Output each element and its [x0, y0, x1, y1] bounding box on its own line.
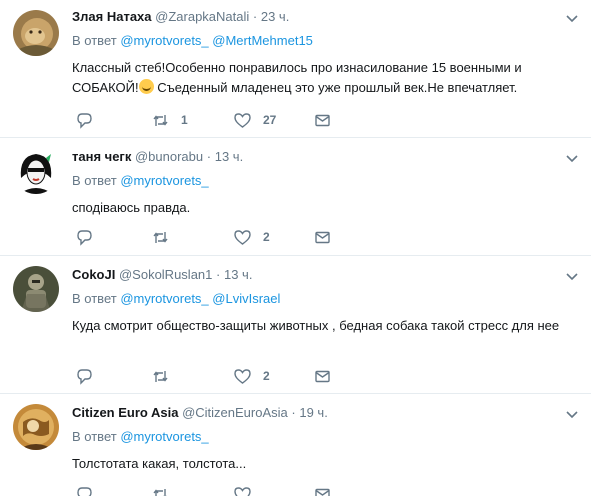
armor-avatar-image — [13, 266, 59, 312]
tweet-header: Злая Натаха @ZarapkaNatali · 23 ч. — [72, 8, 579, 26]
tweet[interactable]: Злая Натаха @ZarapkaNatali · 23 ч. В отв… — [0, 0, 591, 138]
direct-message-button[interactable] — [314, 110, 331, 130]
mention-link[interactable]: @myrotvorets_ — [120, 429, 208, 444]
retweet-icon — [153, 114, 168, 126]
tweet-text-part: Съеденный младенец это уже прошлый век.Н… — [153, 80, 518, 95]
direct-message-button[interactable] — [314, 484, 331, 496]
tweet-text: сподіваюсь правда. — [72, 200, 191, 215]
display-name[interactable]: Citizen Euro Asia — [72, 405, 178, 420]
user-handle[interactable]: @bunorabu — [135, 149, 203, 164]
tweet-text: Толстотата какая, толстота... — [72, 456, 247, 471]
like-button[interactable]: 27 — [234, 110, 276, 130]
reply-context: В ответ @myrotvorets_ @LvivIsrael — [72, 290, 579, 308]
user-handle[interactable]: @ZarapkaNatali — [155, 9, 249, 24]
envelope-icon — [315, 370, 330, 382]
mention-link[interactable]: @myrotvorets_ — [120, 291, 208, 306]
avatar[interactable] — [13, 404, 59, 450]
heart-icon — [234, 229, 251, 245]
avatar[interactable] — [13, 148, 59, 194]
heart-icon — [234, 368, 251, 384]
like-button[interactable]: 2 — [234, 227, 270, 247]
retweet-icon — [153, 488, 168, 496]
separator-dot: · — [206, 149, 212, 164]
reply-button[interactable] — [76, 110, 93, 130]
timestamp[interactable]: 13 ч. — [224, 267, 252, 282]
reply-button[interactable] — [76, 227, 93, 247]
tweet-text: Куда смотрит общество-защиты животных , … — [72, 318, 560, 333]
tweet-header: Citizen Euro Asia @CitizenEuroAsia · 19 … — [72, 404, 579, 422]
avatar[interactable] — [13, 10, 59, 56]
like-button[interactable]: 2 — [234, 366, 270, 386]
mention-link[interactable]: @LvivIsrael — [212, 291, 280, 306]
tweet-header: таня чегк @bunorabu · 13 ч. — [72, 148, 579, 166]
timestamp[interactable]: 19 ч. — [299, 405, 327, 420]
reply-icon — [77, 368, 92, 385]
like-count: 2 — [263, 369, 270, 383]
retweet-button[interactable] — [152, 484, 181, 496]
reply-icon — [77, 112, 92, 129]
retweet-count: 1 — [181, 113, 188, 127]
display-name[interactable]: Злая Натаха — [72, 9, 152, 24]
tweet-actions: 2 — [72, 366, 372, 386]
direct-message-button[interactable] — [314, 366, 331, 386]
lion-avatar-image — [13, 10, 59, 56]
tweet-actions: 2 — [72, 227, 372, 247]
envelope-icon — [315, 114, 330, 126]
heart-icon — [234, 112, 251, 128]
avatar[interactable] — [13, 266, 59, 312]
retweet-button[interactable]: 1 — [152, 110, 188, 130]
tweet-header: CokoJI @SokolRuslan1 · 13 ч. — [72, 266, 579, 284]
display-name[interactable]: таня чегк — [72, 149, 131, 164]
reply-icon — [77, 486, 92, 496]
tweet[interactable]: таня чегк @bunorabu · 13 ч. В ответ @myr… — [0, 138, 591, 256]
globe-avatar-image — [13, 404, 59, 450]
tweet[interactable]: CokoJI @SokolRuslan1 · 13 ч. В ответ @my… — [0, 256, 591, 394]
timestamp[interactable]: 23 ч. — [261, 9, 289, 24]
mention-link[interactable]: @MertMehmet15 — [212, 33, 313, 48]
chevron-down-icon[interactable] — [565, 407, 579, 421]
tweet-actions — [72, 484, 372, 496]
like-count: 2 — [263, 230, 270, 244]
face-with-tears-of-joy-icon — [138, 79, 154, 94]
user-handle[interactable]: @SokolRuslan1 — [119, 267, 212, 282]
separator-dot: · — [291, 405, 296, 420]
tweet-text: Классный стеб!Особенно понравилось про и… — [72, 58, 579, 98]
reply-button[interactable] — [76, 366, 93, 386]
reply-icon — [77, 229, 92, 246]
reply-prefix: В ответ — [72, 429, 117, 444]
reply-context: В ответ @myrotvorets_ — [72, 172, 579, 190]
mention-link[interactable]: @myrotvorets_ — [120, 173, 208, 188]
reply-prefix: В ответ — [72, 291, 117, 306]
separator-dot: · — [216, 267, 221, 282]
retweet-icon — [153, 231, 168, 243]
reply-context: В ответ @myrotvorets_ @MertMehmet15 — [72, 32, 579, 50]
chevron-down-icon[interactable] — [565, 151, 579, 165]
reply-prefix: В ответ — [72, 173, 117, 188]
portrait-avatar-image — [13, 148, 59, 194]
retweet-button[interactable] — [152, 366, 181, 386]
reply-button[interactable] — [76, 484, 93, 496]
reply-prefix: В ответ — [72, 33, 117, 48]
heart-icon — [234, 486, 251, 496]
user-handle[interactable]: @CitizenEuroAsia — [182, 405, 288, 420]
retweet-icon — [153, 370, 168, 382]
mention-link[interactable]: @myrotvorets_ — [120, 33, 208, 48]
envelope-icon — [315, 488, 330, 496]
envelope-icon — [315, 231, 330, 243]
retweet-button[interactable] — [152, 227, 181, 247]
like-count: 27 — [263, 113, 277, 127]
chevron-down-icon[interactable] — [565, 269, 579, 283]
display-name[interactable]: CokoJI — [72, 267, 115, 282]
reply-context: В ответ @myrotvorets_ — [72, 428, 579, 446]
tweet[interactable]: Citizen Euro Asia @CitizenEuroAsia · 19 … — [0, 394, 591, 496]
like-button[interactable] — [234, 484, 263, 496]
direct-message-button[interactable] — [314, 227, 331, 247]
timestamp[interactable]: 13 ч. — [215, 149, 243, 164]
chevron-down-icon[interactable] — [565, 11, 579, 25]
tweet-actions: 1 27 — [72, 110, 372, 130]
separator-dot: · — [252, 9, 258, 24]
